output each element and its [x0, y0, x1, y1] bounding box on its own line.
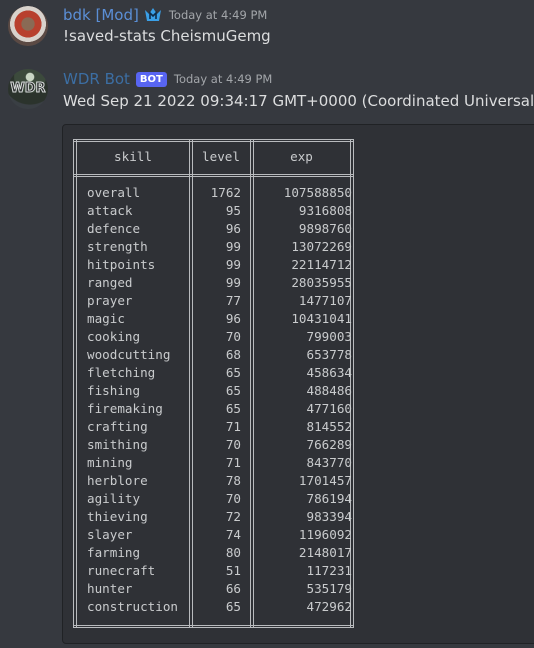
exp-cell: 2148017 — [298, 545, 352, 560]
level-cell: 71 — [225, 419, 241, 434]
level-cell: 74 — [225, 527, 241, 542]
exp-cell: 117231 — [306, 563, 353, 578]
level-cell: 70 — [225, 491, 241, 506]
level-cell: 68 — [225, 347, 241, 362]
table-border-top — [73, 139, 354, 142]
level-cell: 65 — [225, 365, 241, 380]
level-cell: 51 — [225, 563, 241, 578]
skill-cell: smithing — [87, 437, 148, 452]
exp-cell: 477160 — [306, 401, 353, 416]
exp-cell: 1196092 — [298, 527, 352, 542]
message-header: bdk [Mod] Today at 4:49 PM — [63, 6, 267, 24]
exp-cell: 535179 — [306, 581, 353, 596]
timestamp: Today at 4:49 PM — [168, 8, 268, 22]
exp-cell: 472962 — [306, 599, 353, 614]
level-cell: 80 — [225, 545, 241, 560]
exp-cell: 107588850 — [283, 185, 352, 200]
message-content: Wed Sep 21 2022 09:34:17 GMT+0000 (Coord… — [63, 92, 534, 110]
exp-cell: 9898760 — [298, 221, 352, 236]
column-header-exp: exp — [290, 149, 313, 164]
skill-cell: strength — [87, 239, 148, 254]
exp-cell: 1701457 — [298, 473, 352, 488]
level-cell: 99 — [225, 257, 241, 272]
level-cell: 65 — [225, 383, 241, 398]
exp-cell: 983394 — [306, 509, 353, 524]
level-cell: 95 — [225, 203, 241, 218]
exp-cell: 1477107 — [298, 293, 352, 308]
exp-cell: 458634 — [306, 365, 353, 380]
skill-cell: crafting — [87, 419, 148, 434]
exp-cell: 9316808 — [298, 203, 352, 218]
column-header-level: level — [202, 149, 240, 164]
column-header-skill: skill — [114, 149, 152, 164]
table-border-left — [73, 139, 77, 628]
exp-cell: 799003 — [306, 329, 353, 344]
level-cell: 70 — [225, 437, 241, 452]
username[interactable]: WDR Bot — [63, 70, 130, 88]
skill-cell: firemaking — [87, 401, 163, 416]
skill-cell: agility — [87, 491, 141, 506]
skill-cell: cooking — [87, 329, 141, 344]
level-cell: 99 — [225, 275, 241, 290]
skill-cell: slayer — [87, 527, 133, 542]
exp-cell: 13072269 — [291, 239, 352, 254]
exp-cell: 28035955 — [291, 275, 352, 290]
exp-cell: 488486 — [306, 383, 353, 398]
bot-avatar[interactable]: WDR — [8, 69, 48, 109]
exp-cell: 10431041 — [291, 311, 352, 326]
exp-cell: 786194 — [306, 491, 353, 506]
skill-cell: runecraft — [87, 563, 156, 578]
level-cell: 66 — [225, 581, 241, 596]
crown-icon — [144, 7, 162, 23]
user-avatar[interactable] — [8, 6, 48, 46]
message-header: WDR Bot BOT Today at 4:49 PM — [63, 70, 272, 88]
level-cell: 65 — [225, 401, 241, 416]
level-cell: 70 — [225, 329, 241, 344]
exp-cell: 22114712 — [291, 257, 352, 272]
exp-cell: 843770 — [306, 455, 353, 470]
skill-cell: overall — [87, 185, 141, 200]
skill-cell: attack — [87, 203, 133, 218]
exp-cell: 814552 — [306, 419, 353, 434]
header-separator — [73, 174, 354, 177]
exp-cell: 766289 — [306, 437, 353, 452]
timestamp: Today at 4:49 PM — [173, 72, 273, 86]
skill-cell: thieving — [87, 509, 148, 524]
level-cell: 71 — [225, 455, 241, 470]
level-cell: 96 — [225, 221, 241, 236]
exp-cell: 653778 — [306, 347, 353, 362]
skill-cell: hitpoints — [87, 257, 156, 272]
table-border-bottom — [73, 625, 354, 628]
skill-cell: woodcutting — [87, 347, 171, 362]
bot-badge: BOT — [135, 71, 167, 87]
level-cell: 99 — [225, 239, 241, 254]
skill-cell: construction — [87, 599, 178, 614]
skill-cell: hunter — [87, 581, 133, 596]
message-content: !saved-stats CheismuGemg — [63, 27, 271, 45]
skill-cell: herblore — [87, 473, 148, 488]
skill-cell: ranged — [87, 275, 133, 290]
username[interactable]: bdk [Mod] — [63, 6, 139, 24]
skill-cell: farming — [87, 545, 141, 560]
level-cell: 96 — [225, 311, 241, 326]
skill-cell: fishing — [87, 383, 141, 398]
column-divider — [250, 139, 254, 628]
level-cell: 65 — [225, 599, 241, 614]
avatar-logo-text: WDR — [10, 81, 46, 97]
skill-cell: prayer — [87, 293, 133, 308]
level-cell: 1762 — [210, 185, 241, 200]
skill-cell: mining — [87, 455, 133, 470]
level-cell: 78 — [225, 473, 241, 488]
level-cell: 77 — [225, 293, 241, 308]
skill-cell: magic — [87, 311, 125, 326]
level-cell: 72 — [225, 509, 241, 524]
skill-cell: defence — [87, 221, 141, 236]
skill-cell: fletching — [87, 365, 156, 380]
